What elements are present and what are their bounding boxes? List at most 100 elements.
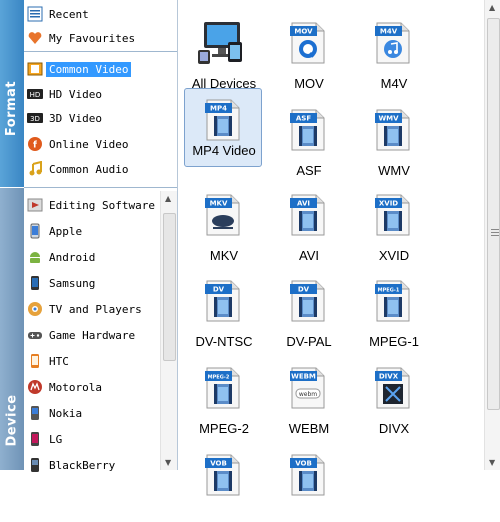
category-item-label: TV and Players [49, 302, 142, 316]
category-item-blackberry[interactable]: BlackBerry [24, 453, 177, 477]
svg-text:HD: HD [30, 91, 41, 99]
category-item-samsung[interactable]: Samsung [24, 271, 177, 295]
format-item-label: MKV [209, 248, 239, 263]
svg-text:MKV: MKV [210, 200, 228, 208]
category-item-htc[interactable]: HTC [24, 349, 177, 373]
film-icon [27, 61, 43, 77]
film-file-icon: MPEG-2 [205, 366, 241, 410]
category-item-lg[interactable]: LG [24, 427, 177, 451]
category-item-recent[interactable]: Recent [24, 2, 177, 26]
svg-text:f: f [33, 141, 37, 151]
lg-icon [27, 431, 43, 447]
format-item-dv-pal[interactable]: DV DV-PAL [267, 268, 351, 349]
category-item-my-favourites[interactable]: My Favourites [24, 26, 177, 50]
tab-format-label: Format [4, 80, 20, 137]
format-item-label: MOV [294, 76, 324, 91]
format-item-label: MPEG-2 [199, 421, 249, 436]
format-item-label: MP4 Video [192, 143, 256, 158]
scroll-down-icon[interactable]: ▼ [165, 458, 171, 467]
format-item-mp4-video[interactable]: MP4 MP4 Video [184, 88, 262, 167]
android-icon [27, 249, 43, 265]
format-item-label: M4V [380, 76, 408, 91]
category-scrollbar[interactable]: ▲ ▼ [160, 191, 177, 470]
film-file-icon: AVI [290, 193, 326, 237]
category-item-hd-video[interactable]: HD HD Video [24, 82, 177, 106]
format-item-mkv[interactable]: MKV MKV [182, 182, 266, 263]
format-item-xvid[interactable]: XVID XVID [352, 182, 436, 263]
category-item-android[interactable]: Android [24, 245, 177, 269]
category-item-tv-and-players[interactable]: TV and Players [24, 297, 177, 321]
webm-icon: WEBM webm [290, 366, 326, 410]
format-scrollbar-thumb[interactable] [487, 18, 500, 410]
film-file-icon: MP4 [205, 98, 241, 142]
format-item-label: DV-NTSC [195, 334, 253, 349]
format-item-avi[interactable]: AVI AVI [267, 182, 351, 263]
category-item-label: Android [49, 250, 96, 264]
tab-format[interactable]: Format [0, 0, 25, 187]
format-item-label: WMV [378, 163, 410, 178]
music-note-icon [27, 161, 43, 177]
category-item-3d-video[interactable]: 3D 3D Video [24, 106, 177, 130]
svg-text:DIVX: DIVX [379, 373, 399, 381]
online-video-icon: f [27, 136, 43, 152]
category-item-label: Apple [49, 224, 83, 238]
svg-text:VOB: VOB [295, 460, 312, 468]
category-item-label: 3D Video [49, 111, 102, 125]
format-item-dv-ntsc[interactable]: DV DV-NTSC [182, 268, 266, 349]
svg-text:webm: webm [299, 391, 317, 398]
grip-icon [491, 227, 499, 238]
category-item-label: Online Video [49, 137, 129, 151]
category-item-label: My Favourites [49, 31, 136, 45]
tv-icon [27, 301, 43, 317]
format-grid: All Devices MOV MOV M4V M4V MP4 MP4 Vide… [179, 0, 484, 496]
svg-text:ASF: ASF [296, 115, 311, 123]
format-item-label: MPEG-1 [369, 334, 419, 349]
film-file-icon: ASF [290, 108, 326, 152]
svg-text:VOB: VOB [210, 460, 227, 468]
category-item-common-video[interactable]: Common Video [24, 57, 177, 81]
format-item-asf[interactable]: ASF ASF [267, 97, 351, 178]
motorola-icon [27, 379, 43, 395]
svg-text:WMV: WMV [378, 115, 399, 123]
format-item-vob[interactable]: VOB [267, 442, 351, 522]
format-item-mov[interactable]: MOV MOV [267, 10, 351, 91]
svg-text:3D: 3D [30, 115, 40, 123]
format-item-all-devices[interactable]: All Devices [182, 10, 266, 91]
film-file-icon: WMV [375, 108, 411, 152]
format-item-wmv[interactable]: WMV WMV [352, 97, 436, 178]
svg-text:WEBM: WEBM [291, 373, 316, 381]
editing-software-icon [27, 197, 43, 213]
format-item-webm[interactable]: WEBM webm WEBM [267, 355, 351, 436]
scroll-down-icon[interactable]: ▼ [489, 458, 495, 467]
format-item-mpeg-2[interactable]: MPEG-2 MPEG-2 [182, 355, 266, 436]
3d-icon: 3D [27, 110, 43, 126]
category-scrollbar-thumb[interactable] [163, 213, 176, 361]
format-scrollbar[interactable]: ▲ ▼ [484, 0, 500, 470]
heart-icon [27, 30, 43, 46]
svg-text:DV: DV [298, 286, 310, 294]
format-item-divx[interactable]: DIVX DIVX [352, 355, 436, 436]
category-item-online-video[interactable]: f Online Video [24, 132, 177, 156]
category-item-editing-software[interactable]: Editing Software [24, 193, 177, 217]
tab-device-label: Device [4, 394, 20, 447]
format-item-vob[interactable]: VOB [182, 442, 266, 522]
scroll-up-icon[interactable]: ▲ [489, 3, 495, 12]
format-item-label: AVI [299, 248, 319, 263]
divider [24, 187, 177, 188]
tab-device[interactable]: Device [0, 188, 25, 470]
category-item-label: Editing Software [49, 198, 155, 212]
svg-text:XVID: XVID [379, 200, 398, 208]
category-item-game-hardware[interactable]: Game Hardware [24, 323, 177, 347]
film-file-icon: MPEG-1 [375, 279, 411, 323]
category-item-motorola[interactable]: Motorola [24, 375, 177, 399]
category-item-common-audio[interactable]: Common Audio [24, 157, 177, 181]
category-panel: Recent My Favourites Common Video HD HD Vide… [24, 0, 178, 472]
format-item-mpeg-1[interactable]: MPEG-1 MPEG-1 [352, 268, 436, 349]
category-item-apple[interactable]: Apple [24, 219, 177, 243]
category-item-label: HTC [49, 354, 69, 368]
scroll-up-icon[interactable]: ▲ [165, 194, 171, 203]
format-item-m4v[interactable]: M4V M4V [352, 10, 436, 91]
game-icon [27, 327, 43, 343]
category-item-nokia[interactable]: Nokia [24, 401, 177, 425]
svg-text:MPEG-1: MPEG-1 [378, 288, 400, 294]
